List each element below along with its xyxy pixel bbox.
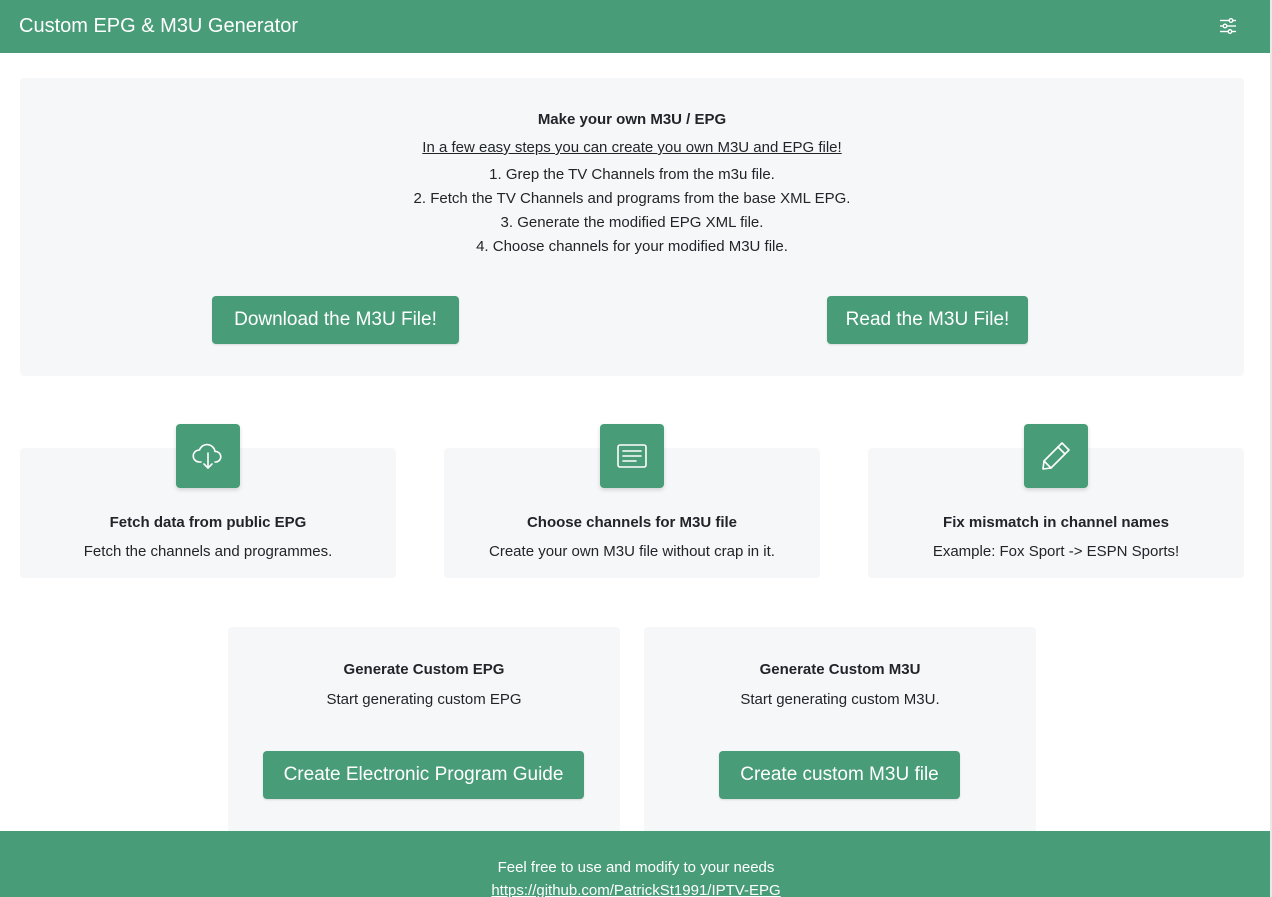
steps-list: 1. Grep the TV Channels from the m3u fil… [20,163,1244,259]
sliders-icon[interactable] [1214,13,1242,39]
generate-epg-title: Generate Custom EPG [343,661,505,678]
feature-desc: Example: Fox Sport -> ESPN Sports! [932,543,1180,560]
feature-desc: Fetch the channels and programmes. [83,543,333,560]
generate-epg-card: Generate Custom EPG Start generating cus… [228,627,620,837]
step-item: 2. Fetch the TV Channels and programs fr… [413,190,851,207]
step-item: 1. Grep the TV Channels from the m3u fil… [489,166,775,183]
step-item: 3. Generate the modified EPG XML file. [500,214,764,231]
top-navbar: Custom EPG & M3U Generator [0,0,1272,53]
pencil-icon [1024,424,1088,488]
footer-note: Feel free to use and modify to your need… [497,859,775,876]
create-m3u-button[interactable]: Create custom M3U file [719,751,960,799]
intro-underlined-text: In a few easy steps you can create you o… [422,139,842,156]
document-text-icon [600,424,664,488]
feature-title: Fix mismatch in channel names [943,514,1169,531]
navbar-brand[interactable]: Custom EPG & M3U Generator [19,13,298,39]
intro-heading: Make your own M3U / EPG [537,111,727,128]
download-m3u-button[interactable]: Download the M3U File! [212,296,459,344]
feature-desc: Create your own M3U file without crap in… [489,543,775,560]
step-item: 4. Choose channels for your modified M3U… [476,238,788,255]
create-epg-button[interactable]: Create Electronic Program Guide [263,751,584,799]
feature-title: Fetch data from public EPG [109,514,307,531]
intro-panel: Make your own M3U / EPG In a few easy st… [20,78,1244,376]
read-m3u-button[interactable]: Read the M3U File! [827,296,1028,344]
footer: Feel free to use and modify to your need… [0,831,1272,897]
generate-m3u-title: Generate Custom M3U [759,661,921,678]
cloud-download-icon [176,424,240,488]
intro-text: In a few easy steps you can create you o… [20,139,1244,157]
feature-title: Choose channels for M3U file [526,514,738,531]
generate-m3u-card: Generate Custom M3U Start generating cus… [644,627,1036,837]
generate-m3u-desc: Start generating custom M3U. [740,691,940,708]
footer-github-link[interactable]: https://github.com/PatrickSt1991/IPTV-EP… [0,882,1272,897]
generate-epg-desc: Start generating custom EPG [326,691,522,708]
